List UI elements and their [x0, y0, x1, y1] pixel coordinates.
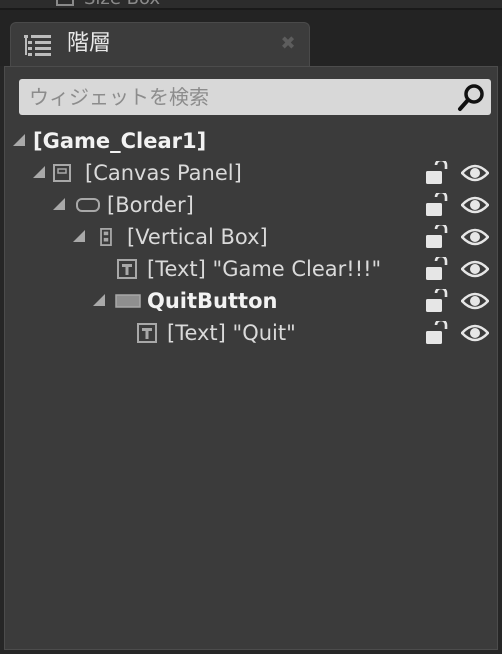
text-icon	[137, 323, 157, 343]
tree-row-border[interactable]: [Border]	[5, 189, 497, 221]
tree-row-label: [Text] "Quit"	[167, 321, 296, 345]
search-icon[interactable]	[457, 82, 487, 112]
tree-root-label: [Game_Clear1]	[33, 129, 207, 153]
unlock-icon[interactable]	[425, 225, 449, 249]
tree-row-label: QuitButton	[147, 289, 278, 313]
expand-arrow-icon[interactable]	[13, 134, 25, 146]
tree-row-label: [Border]	[107, 193, 194, 217]
close-icon[interactable]: ✖	[277, 33, 299, 55]
hierarchy-panel: [Game_Clear1] [Canvas Panel]	[4, 66, 498, 650]
visibility-eye-icon[interactable]	[461, 194, 489, 216]
button-icon	[115, 294, 141, 308]
tree-row-text-quit[interactable]: [Text] "Quit"	[5, 317, 497, 349]
unlock-icon[interactable]	[425, 289, 449, 313]
tab-bar: 階層 ✖	[0, 10, 502, 66]
visibility-eye-icon[interactable]	[461, 290, 489, 312]
tree-row-label: [Canvas Panel]	[85, 161, 242, 185]
unlock-icon[interactable]	[425, 161, 449, 185]
tree-root-row[interactable]: [Game_Clear1]	[5, 125, 497, 157]
tree-row-vertical-box[interactable]: [Vertical Box]	[5, 221, 497, 253]
tree-row-canvas-panel[interactable]: [Canvas Panel]	[5, 157, 497, 189]
upper-panel-fragment: Size Box	[0, 0, 502, 10]
tree-row-label: [Text] "Game Clear!!!"	[147, 257, 382, 281]
expand-arrow-icon[interactable]	[53, 198, 65, 210]
tree-row-text-game-clear[interactable]: [Text] "Game Clear!!!"	[5, 253, 497, 285]
tab-hierarchy[interactable]: 階層 ✖	[10, 22, 310, 66]
search-box	[19, 79, 491, 115]
tree-row-label: [Vertical Box]	[127, 225, 268, 249]
visibility-eye-icon[interactable]	[461, 258, 489, 280]
text-icon	[117, 259, 137, 279]
vertical-box-icon	[100, 228, 112, 246]
visibility-eye-icon[interactable]	[461, 162, 489, 184]
visibility-eye-icon[interactable]	[461, 226, 489, 248]
tree-row-quit-button[interactable]: QuitButton	[5, 285, 497, 317]
unlock-icon[interactable]	[425, 257, 449, 281]
search-input[interactable]	[19, 79, 449, 115]
unlock-icon[interactable]	[425, 321, 449, 345]
canvas-panel-icon	[53, 164, 71, 182]
visibility-eye-icon[interactable]	[461, 322, 489, 344]
unlock-icon[interactable]	[425, 193, 449, 217]
expand-arrow-icon[interactable]	[73, 230, 85, 242]
expand-arrow-icon[interactable]	[33, 166, 45, 178]
tab-title: 階層	[67, 31, 112, 56]
hierarchy-list-icon	[24, 35, 51, 56]
border-icon	[76, 198, 100, 212]
expand-arrow-icon[interactable]	[93, 294, 105, 306]
size-box-icon	[56, 0, 74, 6]
